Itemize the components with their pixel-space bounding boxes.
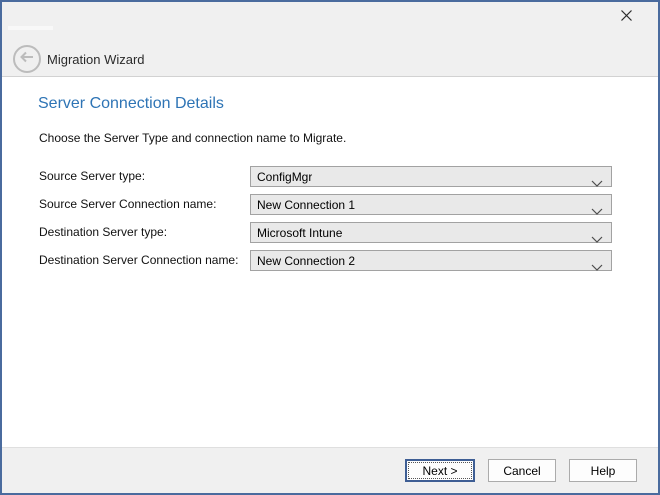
back-button[interactable]: [13, 45, 41, 73]
cancel-button[interactable]: Cancel: [488, 459, 556, 482]
chevron-down-icon: [591, 258, 603, 265]
help-button[interactable]: Help: [569, 459, 637, 482]
wizard-content: Server Connection Details Choose the Ser…: [2, 78, 658, 445]
help-button-label: Help: [591, 464, 616, 478]
titlebar-highlight: [8, 26, 53, 30]
chevron-down-icon: [591, 174, 603, 181]
destination-connection-name-dropdown[interactable]: New Connection 2: [250, 250, 612, 271]
cancel-button-label: Cancel: [503, 464, 540, 478]
close-button[interactable]: [616, 8, 636, 28]
source-connection-name-label: Source Server Connection name:: [39, 194, 216, 215]
destination-connection-name-label: Destination Server Connection name:: [39, 250, 238, 271]
wizard-header: Migration Wizard: [2, 2, 658, 77]
destination-server-type-label: Destination Server type:: [39, 222, 167, 243]
close-icon: [620, 9, 633, 27]
source-connection-name-value: New Connection 1: [257, 198, 355, 212]
source-connection-name-dropdown[interactable]: New Connection 1: [250, 194, 612, 215]
destination-server-type-dropdown[interactable]: Microsoft Intune: [250, 222, 612, 243]
form-row-source-connection-name: Source Server Connection name: New Conne…: [2, 194, 658, 215]
source-server-type-label: Source Server type:: [39, 166, 145, 187]
source-server-type-value: ConfigMgr: [257, 170, 312, 184]
page-title: Server Connection Details: [38, 95, 224, 113]
page-description: Choose the Server Type and connection na…: [39, 131, 346, 145]
migration-wizard-window: Migration Wizard Server Connection Detai…: [0, 0, 660, 495]
chevron-down-icon: [591, 230, 603, 237]
wizard-title: Migration Wizard: [47, 52, 145, 67]
chevron-down-icon: [591, 202, 603, 209]
wizard-footer: Next > Cancel Help: [2, 447, 658, 493]
next-button-label: Next >: [422, 464, 457, 478]
next-button[interactable]: Next >: [405, 459, 475, 482]
form-row-destination-server-type: Destination Server type: Microsoft Intun…: [2, 222, 658, 243]
destination-server-type-value: Microsoft Intune: [257, 226, 342, 240]
destination-connection-name-value: New Connection 2: [257, 254, 355, 268]
arrow-left-icon: [19, 50, 35, 68]
source-server-type-dropdown[interactable]: ConfigMgr: [250, 166, 612, 187]
form-row-source-server-type: Source Server type: ConfigMgr: [2, 166, 658, 187]
form-row-destination-connection-name: Destination Server Connection name: New …: [2, 250, 658, 271]
